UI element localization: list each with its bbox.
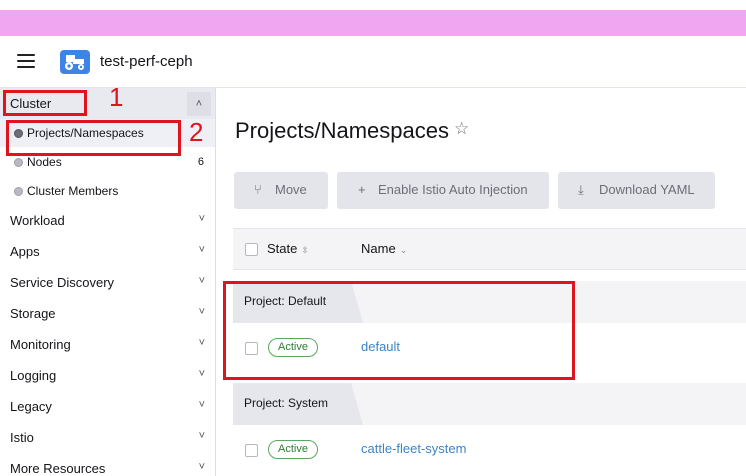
download-icon: ⤓ (578, 182, 584, 197)
chevron-down-icon: ˅ (198, 368, 205, 380)
enable-istio-button[interactable]: + Enable Istio Auto Injection (337, 172, 549, 209)
sidebar-item-monitoring[interactable]: Monitoring ˅ (0, 330, 215, 360)
sidebar-item-storage[interactable]: Storage ˅ (0, 299, 215, 329)
sidebar-item-apps[interactable]: Apps ˅ (0, 237, 215, 267)
circle-icon (14, 187, 23, 196)
cluster-name: test-perf-ceph (100, 53, 193, 70)
chevron-down-icon: ˅ (198, 244, 205, 256)
page-title: Projects/Namespaces (235, 118, 449, 143)
sidebar-item-label: Storage (10, 306, 56, 321)
column-header-state[interactable]: State ⇳ (267, 241, 309, 256)
sidebar-item-istio[interactable]: Istio ˅ (0, 423, 215, 453)
annotation-box-projects-namespaces (6, 120, 181, 156)
chevron-down-icon: ˅ (198, 306, 205, 318)
tractor-icon (60, 50, 90, 74)
circle-icon (14, 158, 23, 167)
sidebar-item-label: More Resources (10, 461, 106, 476)
top-band (0, 0, 746, 36)
sidebar-item-more-resources[interactable]: More Resources ˅ (0, 454, 215, 476)
table-row[interactable]: Active cattle-fleet-system (233, 427, 746, 473)
move-icon: ⑂ (254, 182, 262, 197)
sort-icon: ⌄ (399, 245, 408, 255)
column-label: State (267, 241, 298, 256)
chevron-down-icon: ˅ (198, 461, 205, 473)
move-button[interactable]: ⑂ Move (234, 172, 328, 209)
column-label: Name (361, 241, 396, 256)
annotation-box-default-namespace (223, 281, 575, 380)
sidebar-item-label: Monitoring (10, 337, 71, 352)
button-label: Enable Istio Auto Injection (378, 182, 528, 197)
chevron-down-icon: ˅ (198, 399, 205, 411)
status-badge: Active (268, 440, 318, 459)
button-label: Move (275, 182, 307, 197)
annotation-number-1: 1 (109, 82, 124, 112)
sidebar-item-service-discovery[interactable]: Service Discovery ˅ (0, 268, 215, 298)
top-white-strip (0, 0, 746, 10)
table-header: State ⇳ Name ⌄ (233, 228, 746, 270)
chevron-down-icon: ˅ (198, 430, 205, 442)
sidebar-item-label: Istio (10, 430, 34, 445)
namespace-link[interactable]: cattle-fleet-system (361, 441, 466, 456)
sidebar-item-workload[interactable]: Workload ˅ (0, 206, 215, 236)
sidebar-item-cluster-members[interactable]: Cluster Members (0, 177, 215, 205)
annotation-box-cluster (3, 90, 87, 116)
sidebar-item-logging[interactable]: Logging ˅ (0, 361, 215, 391)
collapse-chevron-icon[interactable]: ˄ (187, 92, 211, 116)
select-all-checkbox[interactable] (245, 243, 258, 256)
chevron-down-icon: ˅ (198, 337, 205, 349)
sort-icon: ⇳ (301, 245, 309, 255)
group-header-system: Project: System (233, 383, 746, 425)
sidebar-item-label: Legacy (10, 399, 52, 414)
sidebar-item-label: Nodes (27, 155, 62, 169)
sidebar-item-label: Apps (10, 244, 40, 259)
sidebar-item-label: Logging (10, 368, 57, 383)
button-label: Download YAML (599, 182, 695, 197)
row-checkbox[interactable] (245, 444, 258, 457)
star-icon[interactable]: ☆ (454, 119, 469, 139)
sidebar-item-label: Workload (10, 213, 65, 228)
sidebar-item-legacy[interactable]: Legacy ˅ (0, 392, 215, 422)
app-header: test-perf-ceph (0, 36, 746, 88)
sidebar-item-count: 6 (197, 156, 204, 168)
sidebar-item-label: Cluster Members (27, 184, 119, 198)
chevron-down-icon: ˅ (198, 213, 205, 225)
chevron-down-icon: ˅ (198, 275, 205, 287)
annotation-number-2: 2 (189, 117, 204, 147)
column-header-name[interactable]: Name ⌄ (361, 241, 407, 256)
hamburger-icon[interactable] (17, 54, 35, 68)
top-pink-banner (0, 10, 746, 36)
sidebar-item-label: Service Discovery (10, 275, 115, 290)
download-yaml-button[interactable]: ⤓ Download YAML (558, 172, 715, 209)
plus-icon: + (358, 182, 366, 197)
group-label: Project: System (244, 396, 329, 410)
